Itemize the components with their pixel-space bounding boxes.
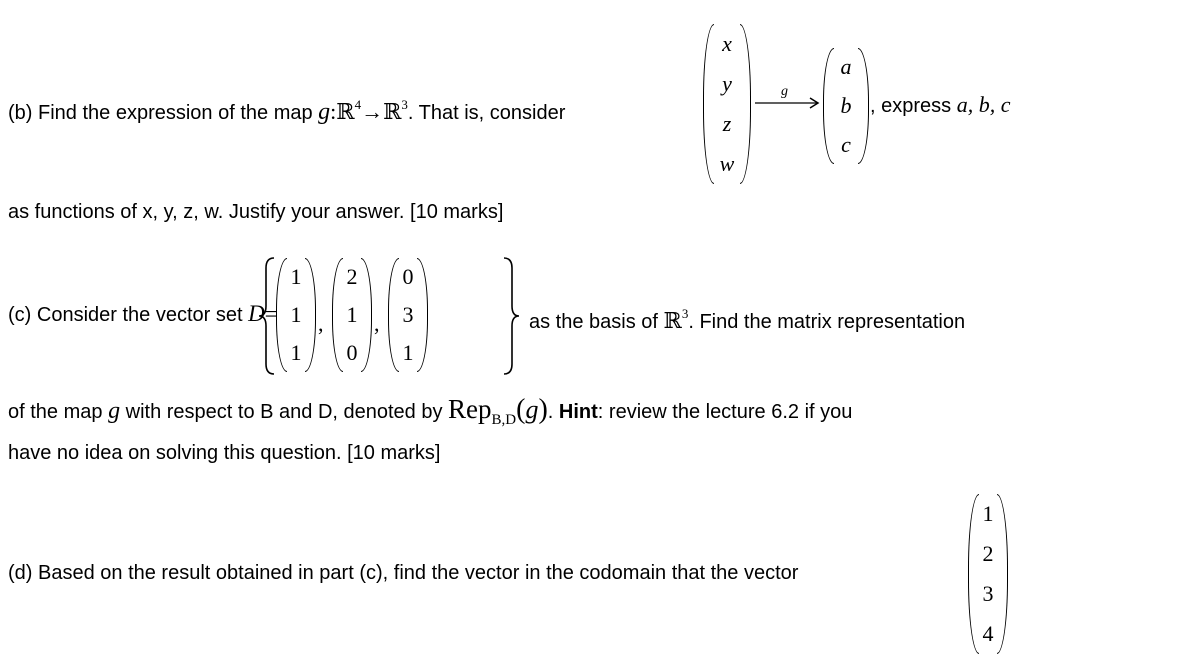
basis-vector-1: 1 1 1 [276,258,316,372]
vector-entry: 1 [402,340,414,365]
comma-separator: , [318,311,324,336]
input-vector: x y z w [703,24,751,184]
part-b-line-2: as functions of x, y, z, w. Justify your… [8,201,504,223]
vector-entry: 1 [982,501,994,526]
vector-entry: 1 [290,264,302,289]
part-b-question: (b) Find the expression of the map g:ℝ4→… [8,93,565,125]
vector-entry-z: z [722,111,732,136]
vector-entry: 2 [346,264,358,289]
right-arrow-icon [755,97,820,109]
vector-entry: 0 [402,264,414,289]
output-vector: a b c [823,48,869,164]
space-symbol: ℝ [663,309,682,334]
domain-space-symbol: ℝ [336,100,355,125]
vector-entry: 3 [982,581,994,606]
text: with respect to B and D, denoted by [120,401,449,423]
vector-entry: 1 [290,302,302,327]
codomain-space-symbol: ℝ [383,100,402,125]
vector-entry: 1 [346,302,358,327]
hint-text: : review the lecture 6.2 if you [597,401,853,423]
vector-entry: 2 [982,541,994,566]
map-symbol-g: g [108,398,121,424]
vector-entry-a: a [840,54,852,80]
part-c-prefix: (c) Consider the vector set [8,304,249,326]
close-paren: ) [538,394,548,425]
vector-entry-b: b [840,92,852,118]
vector-entry: 3 [402,302,414,327]
express-text: , express [870,95,957,117]
part-d-question: (d) Based on the result obtained in part… [8,562,799,584]
vector-entry-c: c [841,131,851,157]
text: of the map [8,401,109,423]
part-b-consider-text: . That is, consider [407,102,566,124]
right-brace-icon [503,257,520,375]
comma-separator: , [374,311,380,336]
vector-entry: 1 [290,340,302,365]
basis-vector-2: 2 1 0 [332,258,372,372]
find-matrix-text: . Find the matrix representation [688,311,966,333]
part-c-question: (c) Consider the vector set D= [8,302,277,327]
basis-vector-3: 0 3 1 [388,258,428,372]
maps-to-arrow: → [361,99,384,124]
rep-subscript: B,D [491,412,517,428]
vector-entry-y: y [722,71,732,96]
part-c-line-2: of the map g with respect to B and D, de… [8,394,853,432]
hint-label: Hint [558,401,598,423]
part-c-line-3: have no idea on solving this question. [… [8,442,441,464]
rep-symbol: Rep [448,394,492,424]
period: . [547,401,559,423]
map-arrow: g [753,84,823,112]
part-b-prefix: (b) Find the expression of the map [8,102,319,124]
basis-text: as the basis of [529,311,664,333]
vector-entry-x: x [722,31,732,56]
vector-entry: 4 [982,621,994,646]
part-d-vector: 1 2 3 4 [968,494,1008,654]
express-variables: a, b, c [956,92,1011,117]
part-c-basis-text: as the basis of ℝ3. Find the matrix repr… [529,302,965,334]
vector-entry-w: w [719,151,735,176]
left-brace-icon [258,257,275,375]
map-symbol-g: g [318,99,331,125]
part-b-express: , express a, b, c [870,93,1010,118]
vector-entry: 0 [346,340,358,365]
rep-argument: g [525,395,539,424]
